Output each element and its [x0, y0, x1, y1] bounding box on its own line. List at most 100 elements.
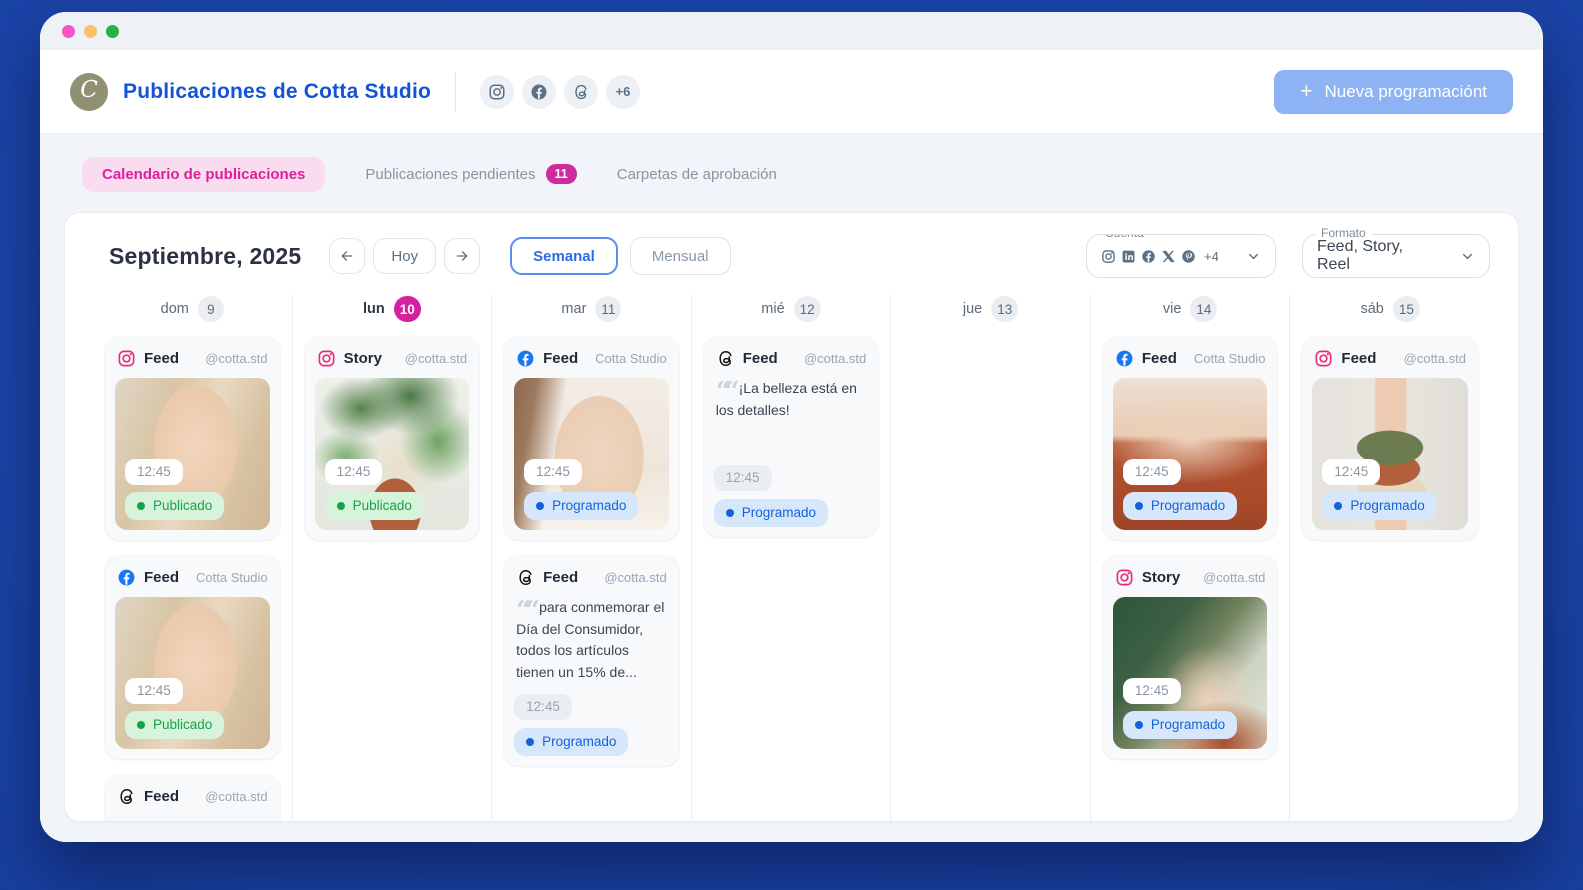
account-filter-select[interactable]: Cuenta +4: [1086, 234, 1276, 278]
post-image: 12:45 Publicado: [115, 378, 270, 530]
format-filter-value: Feed, Story, Reel: [1317, 238, 1454, 274]
post-card[interactable]: Feed @cotta.std 12:45 Programado: [1302, 337, 1478, 540]
next-week-button[interactable]: [444, 238, 480, 274]
status-badge: Programado: [1123, 492, 1237, 520]
post-card-header: Feed Cotta Studio: [115, 566, 270, 597]
instagram-icon[interactable]: [480, 75, 514, 109]
day-header-lun-today: lun 10: [305, 295, 480, 323]
date-navigation: Hoy: [329, 238, 480, 274]
post-time: 12:45: [524, 459, 582, 485]
tab-calendar[interactable]: Calendario de publicaciones: [82, 157, 325, 192]
threads-icon: [117, 787, 136, 806]
weekly-view-button[interactable]: Semanal: [510, 237, 618, 275]
status-dot-icon: [337, 502, 345, 510]
post-card[interactable]: Feed @cotta.std 12:45 Publicado: [105, 337, 280, 540]
post-account: @cotta.std: [1404, 351, 1466, 366]
app-body: Calendario de publicaciones Publicacione…: [40, 134, 1543, 842]
day-number: 11: [595, 296, 621, 322]
day-name: jue: [963, 301, 982, 317]
post-card-header: Feed Cotta Studio: [1113, 347, 1268, 378]
instagram-icon: [117, 349, 136, 368]
status-badge: Programado: [1322, 492, 1436, 520]
post-type: Feed: [743, 350, 778, 367]
status-badge: Programado: [514, 728, 628, 756]
post-card[interactable]: Feed @cotta.std ¡La belleza está en los …: [704, 337, 879, 537]
post-card[interactable]: Feed Cotta Studio 12:45 Programado: [1103, 337, 1278, 540]
day-header-vie: vie 14: [1103, 295, 1278, 323]
calendar-toolbar: Septiembre, 2025 Hoy Semanal: [93, 233, 1490, 279]
day-name: lun: [363, 301, 385, 317]
status-badge: Programado: [714, 499, 828, 527]
post-type: Feed: [1341, 350, 1376, 367]
tab-calendar-label: Calendario de publicaciones: [102, 166, 305, 183]
calendar-column-mar: mar 11 Feed Cotta Studio 12:45 Progra: [492, 295, 692, 822]
post-time: 12:45: [714, 465, 772, 491]
post-card[interactable]: Story @cotta.std 12:45 Programado: [1103, 556, 1278, 759]
status-badge: Programado: [524, 492, 638, 520]
account-filter-more: +4: [1204, 249, 1219, 264]
day-header-sab: sáb 15: [1302, 295, 1478, 323]
linkedin-icon: [1121, 249, 1136, 264]
post-card[interactable]: Feed @cotta.std: [105, 775, 280, 822]
more-accounts-count: +6: [616, 84, 631, 99]
day-number: 14: [1190, 296, 1217, 322]
post-card[interactable]: Feed Cotta Studio 12:45 Programado: [504, 337, 679, 540]
status-dot-icon: [726, 509, 734, 517]
post-image: 12:45 Programado: [1113, 597, 1268, 749]
post-card-header: Story @cotta.std: [1113, 566, 1268, 597]
post-account: @cotta.std: [1203, 570, 1265, 585]
day-header-jue: jue 13: [903, 295, 1078, 323]
post-type: Story: [344, 350, 382, 367]
post-image: 12:45 Publicado: [115, 597, 270, 749]
account-filter-icons: [1101, 249, 1196, 264]
tab-pending[interactable]: Publicaciones pendientes 11: [365, 164, 576, 185]
post-type: Feed: [144, 788, 179, 805]
brand-avatar: C: [70, 73, 108, 111]
today-button[interactable]: Hoy: [373, 238, 436, 274]
post-card-header: Feed @cotta.std: [115, 347, 270, 378]
arrow-right-icon: [454, 248, 470, 264]
post-account: @cotta.std: [604, 570, 666, 585]
instagram-icon: [1115, 568, 1134, 587]
format-filter-select[interactable]: Formato Feed, Story, Reel: [1302, 234, 1490, 278]
tab-bar: Calendario de publicaciones Publicacione…: [82, 156, 1519, 192]
post-card-header: Feed @cotta.std: [514, 566, 669, 597]
minimize-window-button[interactable]: [84, 25, 97, 38]
post-type: Feed: [144, 350, 179, 367]
close-window-button[interactable]: [62, 25, 75, 38]
facebook-icon[interactable]: [522, 75, 556, 109]
post-type: Feed: [1142, 350, 1177, 367]
status-badge: Publicado: [125, 711, 224, 739]
new-schedule-button[interactable]: Nueva programaciónt: [1274, 70, 1513, 114]
calendar-panel: Septiembre, 2025 Hoy Semanal: [64, 212, 1519, 822]
calendar-column-vie: vie 14 Feed Cotta Studio 12:45 Progra: [1091, 295, 1291, 822]
post-card[interactable]: Story @cotta.std 12:45 Publicado: [305, 337, 480, 540]
monthly-label: Mensual: [652, 248, 709, 265]
instagram-icon: [1314, 349, 1333, 368]
threads-icon[interactable]: [564, 75, 598, 109]
app-header: C Publicaciones de Cotta Studio +6 Nueva…: [40, 50, 1543, 134]
status-dot-icon: [536, 502, 544, 510]
calendar-column-lun: lun 10 Story @cotta.std 12:45 Publica: [293, 295, 493, 822]
day-header-mar: mar 11: [504, 295, 679, 323]
more-accounts-chip[interactable]: +6: [606, 75, 640, 109]
x-icon: [1161, 249, 1176, 264]
monthly-view-button[interactable]: Mensual: [630, 237, 731, 275]
post-image: 12:45 Programado: [514, 378, 669, 530]
prev-week-button[interactable]: [329, 238, 365, 274]
threads-icon: [716, 349, 735, 368]
tab-pending-label: Publicaciones pendientes: [365, 166, 535, 183]
post-card[interactable]: Feed @cotta.std para conmemorar el Día d…: [504, 556, 679, 766]
post-card[interactable]: Feed Cotta Studio 12:45 Publicado: [105, 556, 280, 759]
post-account: @cotta.std: [205, 789, 267, 804]
tab-approval-folders[interactable]: Carpetas de aprobación: [617, 166, 777, 183]
post-time: 12:45: [125, 459, 183, 485]
day-number: 9: [198, 296, 224, 322]
maximize-window-button[interactable]: [106, 25, 119, 38]
arrow-left-icon: [339, 248, 355, 264]
post-account: @cotta.std: [804, 351, 866, 366]
post-account: @cotta.std: [405, 351, 467, 366]
instagram-icon: [1101, 249, 1116, 264]
facebook-icon: [1141, 249, 1156, 264]
plus-icon: [1300, 81, 1312, 103]
